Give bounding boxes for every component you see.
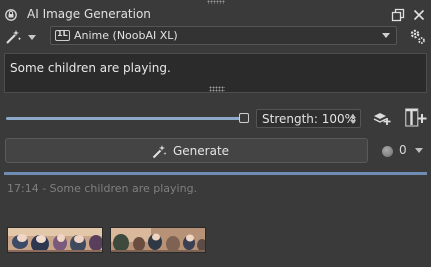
model-badge-icon: 1L xyxy=(55,29,70,41)
add-region-icon[interactable] xyxy=(405,108,427,128)
queue-count: 0 xyxy=(399,143,407,157)
chevron-down-icon xyxy=(415,148,423,153)
panel-title-bar: AI Image Generation xyxy=(0,4,431,24)
add-control-layer-icon[interactable] xyxy=(373,109,391,127)
resize-handle[interactable] xyxy=(209,86,225,92)
history-thumbnail[interactable] xyxy=(7,227,103,253)
mode-dropdown[interactable] xyxy=(5,28,39,46)
strength-slider-handle[interactable] xyxy=(239,113,249,123)
magic-wand-icon xyxy=(6,30,22,44)
plugin-icon xyxy=(5,9,17,21)
chevron-down-icon xyxy=(382,33,390,38)
generate-icon xyxy=(152,145,167,159)
thumbnail-image xyxy=(8,228,102,252)
spin-up-icon[interactable] xyxy=(350,114,356,118)
thumbnail-image xyxy=(111,228,205,252)
strength-spinbox[interactable]: Strength: 100% xyxy=(256,109,361,128)
spin-down-icon[interactable] xyxy=(350,120,356,124)
progress-bar xyxy=(4,172,427,175)
panel-title: AI Image Generation xyxy=(27,7,151,21)
workspace-select[interactable]: 1L Anime (NoobAI XL) xyxy=(50,26,397,45)
strength-value[interactable]: Strength: 100% xyxy=(262,112,356,126)
settings-icon[interactable] xyxy=(409,28,426,45)
chevron-down-icon xyxy=(28,35,36,40)
queue-status-icon xyxy=(382,146,393,157)
prompt-text[interactable]: Some children are playing. xyxy=(10,61,171,75)
generate-button[interactable]: Generate xyxy=(5,138,368,163)
close-icon[interactable] xyxy=(412,8,426,22)
prompt-input[interactable]: Some children are playing. xyxy=(4,53,427,93)
strength-slider[interactable] xyxy=(6,117,240,120)
workspace-label: Anime (NoobAI XL) xyxy=(74,29,178,42)
model-badge-text: 1L xyxy=(57,29,68,38)
history-thumbnail[interactable] xyxy=(110,227,206,253)
generate-label: Generate xyxy=(173,144,230,158)
restore-window-icon[interactable] xyxy=(391,8,405,22)
queue-button[interactable]: 0 xyxy=(382,143,426,159)
history-entry-label: 17:14 - Some children are playing. xyxy=(7,182,198,195)
